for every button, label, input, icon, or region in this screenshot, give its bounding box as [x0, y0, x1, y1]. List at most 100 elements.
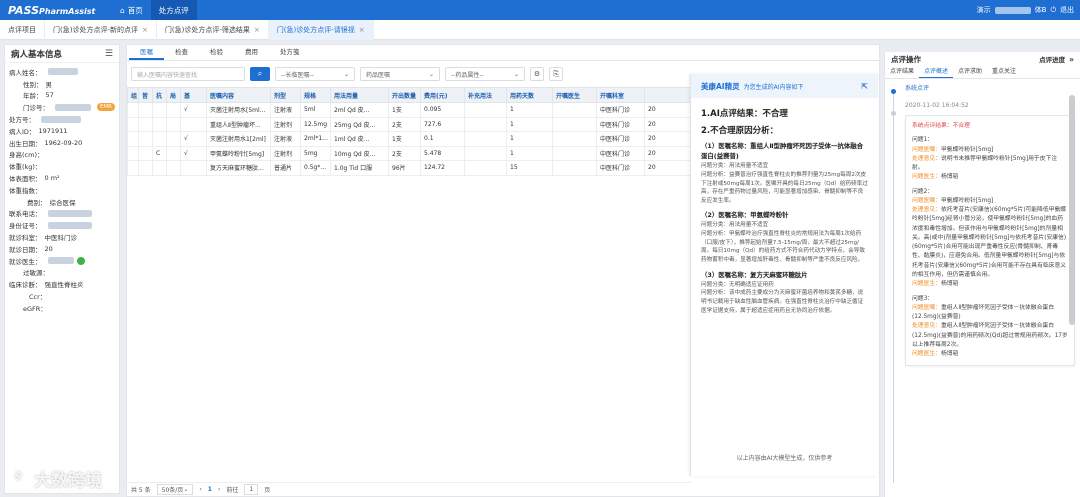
pin-icon[interactable]: ⇱: [861, 82, 868, 91]
column-header[interactable]: 补充用法: [464, 87, 507, 103]
ai-item-line: 问题分析：益赛普治疗强直性脊柱炎的推荐剂量为25mg每周2次皮下注射或50mg每…: [701, 171, 868, 204]
patient-field: 过敏源：: [9, 267, 115, 279]
patient-field: 门诊号： EMR: [9, 101, 115, 113]
tab-prescription[interactable]: 处方笺: [269, 45, 311, 60]
tab-filter-result[interactable]: 门(急)诊处方点评-筛选结果 ×: [157, 19, 269, 40]
drug-order-select[interactable]: 药品医嘱 ⌄: [360, 67, 440, 81]
column-header[interactable]: 医嘱内容: [206, 87, 271, 103]
field-label: 身份证号：: [9, 222, 42, 231]
review-date: 2020-11-02 16:04:52: [905, 102, 969, 109]
column-header[interactable]: 皆: [138, 87, 153, 103]
doctor-label: 问题医生：: [912, 281, 941, 288]
review-progress-link[interactable]: 点评进度: [1039, 54, 1065, 64]
export-button[interactable]: ⎘: [549, 67, 563, 81]
column-header[interactable]: 抗: [152, 87, 167, 103]
tab-review-detail[interactable]: 门(急)诊处方点评-请镜视 ×: [268, 19, 374, 40]
order-type-select[interactable]: --长临医嘱-- ⌄: [275, 67, 355, 81]
tab-review-project[interactable]: 点评项目: [0, 19, 45, 40]
column-header[interactable]: 局: [166, 87, 181, 103]
chat-icon[interactable]: [76, 256, 85, 265]
table-cell: [553, 175, 597, 190]
table-cell: [301, 175, 331, 190]
problem-label: 问题医嘱：: [912, 304, 941, 311]
ai-item-line: 问题分类：用法用量不适宜: [701, 163, 769, 170]
export-icon: ⎘: [553, 69, 559, 78]
scrollbar[interactable]: [1069, 95, 1075, 325]
field-label: 就诊日期：: [9, 245, 42, 254]
ai-item-title: （2）医嘱名称：甲氨蝶呤粉针: [701, 211, 789, 220]
menu-icon[interactable]: ☰: [105, 49, 113, 59]
column-header[interactable]: 剂型: [270, 87, 301, 103]
nav-prescription-review[interactable]: 处方点评: [150, 0, 197, 20]
logout-button[interactable]: 退出: [1060, 5, 1074, 15]
table-row[interactable]: √ 灭菌注射用水[5ml... 注射液 5ml 2ml Qd 皮... 1支 0.095 1 中…: [127, 102, 693, 118]
search-button[interactable]: ⌕: [250, 67, 270, 81]
settings-button[interactable]: ⚙: [530, 67, 544, 81]
column-header[interactable]: 开嘱医生: [552, 87, 597, 103]
column-header[interactable]: 费用(元): [420, 87, 465, 103]
close-icon[interactable]: ×: [142, 26, 148, 34]
close-icon[interactable]: ×: [359, 26, 365, 34]
tab-review-summary[interactable]: 点评概述: [919, 66, 954, 78]
table-cell: [138, 131, 153, 147]
table-cell: 复方天麻蜜环糖肽...: [206, 160, 271, 176]
field-label: 年龄：: [23, 92, 43, 101]
tab-new-review[interactable]: 门(急)诊处方点评-新的点评 ×: [45, 19, 157, 40]
problem-label: 问题医嘱：: [912, 146, 941, 153]
order-search-input[interactable]: 输入医嘱内容快速查找: [131, 67, 245, 81]
column-header[interactable]: 开出数量: [388, 87, 421, 103]
field-value: 强直性脊柱炎: [44, 281, 84, 290]
tab-review-result[interactable]: 点评结果: [885, 66, 919, 78]
nav-home[interactable]: ⌂ 首页: [112, 0, 151, 20]
prev-page-button[interactable]: ‹: [199, 486, 201, 493]
next-page-button[interactable]: ›: [218, 486, 220, 493]
chevron-down-icon: ⌄: [428, 70, 434, 78]
tab-orders[interactable]: 医嘱: [129, 45, 164, 60]
table-cell: 10mg Qd 皮...: [330, 145, 389, 161]
tab-review-help[interactable]: 点评求助: [953, 66, 987, 78]
double-chevron-icon[interactable]: »: [1069, 55, 1074, 64]
system-review-link[interactable]: 系统点评: [905, 83, 1080, 92]
field-value: 1971911: [38, 126, 68, 135]
tab-key-focus[interactable]: 重点关注: [987, 66, 1021, 78]
ai-item-title: （3）医嘱名称：复方天麻蜜环糖肽片: [701, 270, 808, 279]
column-header[interactable]: 规格: [300, 87, 331, 103]
table-cell: 20: [644, 145, 693, 161]
table-cell: 1: [506, 131, 553, 147]
field-value: 综合医保: [49, 198, 76, 207]
emr-badge[interactable]: EMR: [96, 103, 115, 112]
problem-item: 问题2： 问题医嘱：甲氨蝶呤粉针[5mg] 处理意见：依托考昔片(安康信)(60mg…: [912, 188, 1068, 290]
table-row[interactable]: C √ 甲氨蝶呤粉针[5mg] 注射剂 5mg 10mg Qd 皮... 2支 5.478 1 中…: [127, 145, 693, 161]
column-header[interactable]: 基: [180, 87, 207, 103]
table-cell: [128, 175, 139, 190]
column-header[interactable]: 用药天数: [506, 87, 553, 103]
column-header[interactable]: 用法用量: [330, 87, 389, 103]
table-cell: [152, 102, 167, 118]
column-header[interactable]: 开嘱科室: [596, 87, 645, 103]
field-value: 20: [44, 244, 53, 253]
table-row[interactable]: 复方天麻蜜环糖肽... 普通片 0.5g*... 1.0g Tid 口服 96片 124.…: [127, 160, 693, 176]
review-result-card: 系统点评结果：不合理 问题1： 问题医嘱：甲氨蝶呤粉针[5mg] 处理意见：说明书未…: [905, 115, 1075, 367]
table-row[interactable]: 重组人Ⅱ型肿瘤坏... 注射剂 12.5mg 25mg Qd 皮... 2支 727.6 1…: [127, 116, 693, 132]
goto-input[interactable]: 1: [244, 484, 259, 495]
patient-field: 体表面积： 0 m²: [9, 172, 115, 184]
table-row[interactable]: √ 灭菌注射用水1[2ml] 注射液 2ml*1... 1ml Qd 皮... 1支 0.1…: [127, 131, 693, 147]
table-cell: [552, 160, 597, 176]
column-header[interactable]: [644, 87, 693, 103]
table-cell: 20: [644, 160, 693, 176]
page-number[interactable]: 1: [208, 486, 212, 493]
close-icon[interactable]: ×: [254, 26, 260, 34]
user-name-redacted: [994, 6, 1031, 14]
field-label: 出生日期：: [9, 139, 42, 148]
table-cell: [552, 145, 597, 161]
tab-fees[interactable]: 费用: [234, 45, 269, 60]
drug-attribute-select[interactable]: --药品属性-- ⌄: [445, 67, 525, 81]
table-cell: [421, 175, 465, 190]
table-cell: 1: [506, 145, 553, 161]
column-header[interactable]: 组: [127, 87, 139, 103]
tab-exam[interactable]: 检查: [164, 45, 199, 60]
field-value: 0 m²: [44, 174, 60, 183]
table-cell: 甲氨蝶呤粉针[5mg]: [206, 145, 271, 161]
tab-lab[interactable]: 检验: [199, 45, 234, 60]
page-size-select[interactable]: 50条/页 ⌄: [156, 484, 194, 495]
